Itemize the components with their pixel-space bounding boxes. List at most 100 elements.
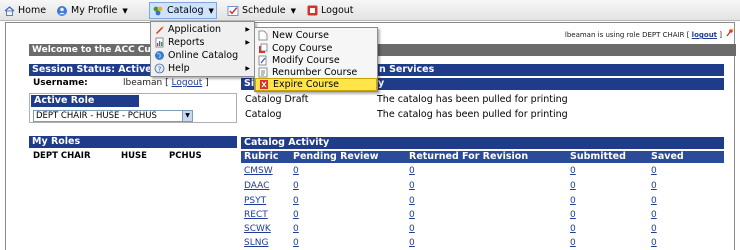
active-role-select[interactable]: DEPT CHAIR - HUSE - PCHUS ▼	[33, 110, 193, 122]
submenu-arrow-icon: ▶	[245, 65, 250, 72]
submitted-count-link[interactable]: 0	[570, 195, 576, 207]
copy-icon	[258, 43, 268, 54]
rubric-link[interactable]: CMSW	[244, 165, 273, 177]
username-value: lbeaman [ Logout ]	[123, 78, 209, 88]
rubric-link[interactable]: DAAC	[244, 180, 269, 192]
schedule-check-icon	[227, 5, 239, 17]
menu-item-reports[interactable]: Reports ▶	[151, 36, 254, 49]
menu-item-expire-course[interactable]: Expire Course	[255, 78, 377, 91]
menu-item-label: Application	[168, 24, 222, 35]
welcome-bar: Welcome to the ACC Cu	[29, 44, 736, 56]
returned-count-link[interactable]: 0	[409, 180, 415, 192]
rubric-link[interactable]: PSYT	[244, 195, 266, 207]
services-row: Catalog Draft The catalog has been pulle…	[241, 94, 724, 106]
chevron-down-icon: ▼	[208, 6, 214, 15]
column-submitted: Submitted	[570, 151, 626, 162]
renumber-icon	[258, 67, 268, 78]
profile-icon	[56, 5, 68, 17]
my-profile-label: My Profile	[71, 5, 118, 16]
pending-count-link[interactable]: 0	[293, 223, 299, 235]
returned-count-link[interactable]: 0	[409, 223, 415, 235]
pending-count-link[interactable]: 0	[293, 237, 299, 249]
chevron-down-icon[interactable]: ▼	[182, 111, 192, 121]
menu-item-label: Expire Course	[273, 79, 340, 90]
column-returned-for-revision: Returned For Revision	[409, 151, 529, 162]
menu-item-application[interactable]: Application ▶	[151, 23, 254, 36]
returned-count-link[interactable]: 0	[409, 195, 415, 207]
logout-label: Logout	[321, 5, 354, 16]
catalog-label: Catalog	[167, 5, 204, 16]
my-roles-row: DEPT CHAIR HUSE PCHUS	[29, 151, 237, 163]
saved-count-link[interactable]: 0	[651, 237, 657, 249]
table-row: PSYT 0 0 0 0	[241, 195, 724, 207]
services-subheader-right: y	[378, 78, 385, 89]
active-role-box: Active Role DEPT CHAIR - HUSE - PCHUS ▼	[29, 93, 237, 123]
menu-item-label: Renumber Course	[272, 67, 358, 78]
saved-count-link[interactable]: 0	[651, 195, 657, 207]
menu-item-label: Modify Course	[272, 55, 340, 66]
username-row: Username: lbeaman [ Logout ]	[29, 78, 237, 90]
catalog-dropdown: Application ▶ Reports ▶ Online Catalog ?…	[150, 21, 255, 77]
svg-text:?: ?	[158, 65, 162, 73]
services-title: n Services	[379, 64, 435, 75]
my-role-code: PCHUS	[169, 151, 202, 161]
rubric-link[interactable]: SCWK	[244, 223, 271, 235]
saved-count-link[interactable]: 0	[651, 180, 657, 192]
pin-icon[interactable]	[725, 28, 735, 38]
returned-count-link[interactable]: 0	[409, 165, 415, 177]
menu-item-new-course[interactable]: New Course	[255, 29, 377, 42]
home-menu[interactable]: Home	[4, 3, 46, 18]
services-subheader-left: Si	[244, 78, 255, 89]
home-icon	[4, 5, 15, 16]
service-status: The catalog has been pulled for printing	[377, 109, 568, 120]
saved-count-link[interactable]: 0	[651, 223, 657, 235]
service-name: Catalog Draft	[245, 94, 309, 105]
my-role-dept: HUSE	[121, 151, 147, 161]
service-status: The catalog has been pulled for printing	[377, 94, 568, 105]
menu-item-help[interactable]: ? Help ▶	[151, 62, 254, 75]
globe-icon	[154, 50, 165, 61]
role-note-end: ]	[719, 31, 722, 39]
submitted-count-link[interactable]: 0	[570, 237, 576, 249]
pending-count-link[interactable]: 0	[293, 165, 299, 177]
returned-count-link[interactable]: 0	[409, 209, 415, 221]
role-note-logout-link[interactable]: logout	[692, 31, 717, 39]
username-end: ]	[205, 78, 209, 88]
saved-count-link[interactable]: 0	[651, 165, 657, 177]
role-note: lbeaman is using role DEPT CHAIR [ logou…	[564, 28, 734, 39]
catalog-icon	[152, 5, 164, 17]
username-text: lbeaman [	[123, 78, 169, 88]
submitted-count-link[interactable]: 0	[570, 209, 576, 221]
menu-item-label: Reports	[168, 37, 205, 48]
my-profile-menu[interactable]: My Profile ▼	[56, 3, 128, 18]
table-row: RECT 0 0 0 0	[241, 209, 724, 221]
schedule-menu[interactable]: Schedule ▼	[227, 3, 296, 18]
pending-count-link[interactable]: 0	[293, 209, 299, 221]
catalog-activity-heading: Catalog Activity	[241, 137, 724, 149]
application-submenu: New Course Copy Course Modify Course Ren…	[254, 27, 378, 92]
chevron-down-icon: ▼	[290, 6, 297, 15]
rubric-link[interactable]: RECT	[244, 209, 268, 221]
logout-link[interactable]: Logout	[172, 78, 203, 88]
username-label: Username:	[33, 78, 88, 88]
catalog-activity-columns: Rubric Pending Review Returned For Revis…	[241, 151, 724, 163]
saved-count-link[interactable]: 0	[651, 209, 657, 221]
submitted-count-link[interactable]: 0	[570, 223, 576, 235]
table-row: SCWK 0 0 0 0	[241, 223, 724, 235]
submitted-count-link[interactable]: 0	[570, 180, 576, 192]
table-row: DAAC 0 0 0 0	[241, 180, 724, 192]
logout-menu[interactable]: Logout	[307, 3, 354, 18]
chevron-down-icon: ▼	[122, 6, 128, 15]
rubric-link[interactable]: SLNG	[244, 237, 268, 249]
role-note-text: lbeaman is using role DEPT CHAIR [	[564, 31, 690, 39]
menu-item-label: Copy Course	[272, 43, 333, 54]
menu-item-online-catalog[interactable]: Online Catalog	[151, 49, 254, 62]
pending-count-link[interactable]: 0	[293, 195, 299, 207]
column-saved: Saved	[651, 151, 684, 162]
pending-count-link[interactable]: 0	[293, 180, 299, 192]
column-rubric: Rubric	[244, 151, 279, 162]
column-pending-review: Pending Review	[293, 151, 379, 162]
submitted-count-link[interactable]: 0	[570, 165, 576, 177]
catalog-menu-button[interactable]: Catalog ▼	[149, 2, 217, 19]
returned-count-link[interactable]: 0	[409, 237, 415, 249]
